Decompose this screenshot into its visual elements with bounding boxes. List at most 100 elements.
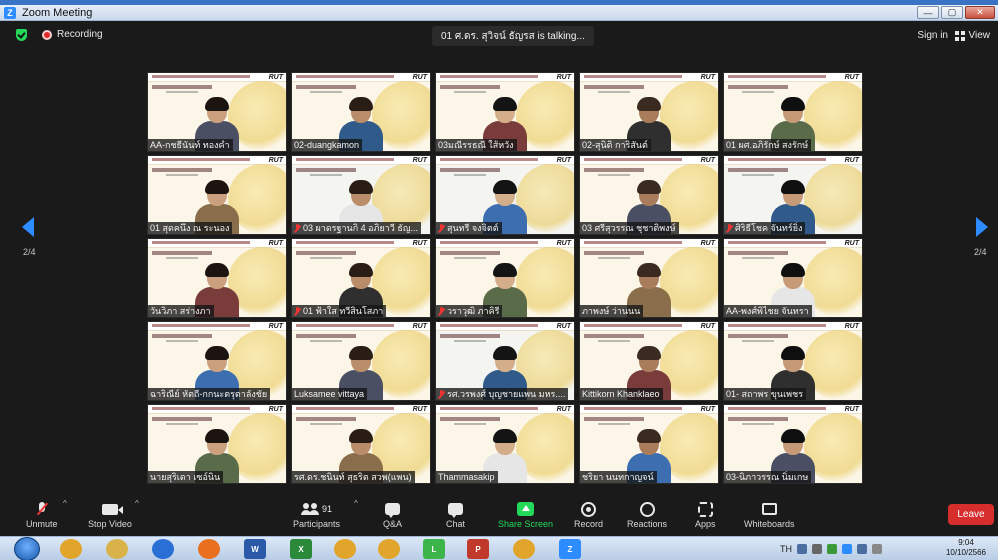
previous-page-arrow-icon[interactable] [22,217,34,237]
slide-caption-bar [310,174,342,176]
taskbar-app-icon[interactable]: P [467,539,489,559]
taskbar-app-icon[interactable]: Z [559,539,581,559]
taskbar-app-icon[interactable]: X [290,539,312,559]
participant-name: Kittikorn Khanklaeo [582,389,660,399]
taskbar-app-icon[interactable] [513,539,535,559]
participant-name: 01 สุดคนึง ณ ระนอง [150,223,230,233]
participant-tile[interactable]: RUT Thammasakip [435,404,575,484]
participant-tile[interactable]: RUT 01 สุดคนึง ณ ระนอง [147,155,287,235]
slide-caption-bar [454,340,486,342]
share-screen-button[interactable]: Share Screen [498,499,553,533]
chat-button[interactable]: Chat [446,499,465,533]
meeting-top-bar: Recording 01 ศ.ดร. สุวิจน์ ธัญรส is talk… [0,21,998,49]
slide-caption-bar [598,174,630,176]
view-button[interactable]: View [954,30,990,41]
rut-logo: RUT [700,406,715,413]
system-tray: TH [780,539,882,559]
participant-tile[interactable]: RUT 02-duangkamon [291,72,431,152]
taskbar-app-icon[interactable] [378,539,400,559]
participant-tile[interactable]: RUT 03มณีรรธณี ใส้หวัง [435,72,575,152]
taskbar-app-icon[interactable] [198,539,220,559]
participant-name-label: Kittikorn Khanklaeo [580,388,663,400]
taskbar-clock[interactable]: 9:04 10/10/2566 [940,538,992,558]
tray-app-icon[interactable] [797,544,807,554]
slide-title-bar [440,158,538,161]
participant-name: ภาพงษ์ ว่านนน [582,306,641,316]
participant-tile[interactable]: RUT วันวิภา สร่างภา [147,238,287,318]
participant-name: 01 ผศ.อภิรักษ์ สงรักษ์ [726,140,809,150]
participants-options-caret[interactable]: ^ [354,499,358,508]
participants-icon [301,503,319,515]
participant-name-label: 01 สุดคนึง ณ ระนอง [148,222,233,234]
participant-tile[interactable]: RUT 01 ฟ้าใส ทวีสินโสภา [291,238,431,318]
participant-tile[interactable]: RUT 01- สถาพร ขุนเพชร [723,321,863,401]
stop-video-label: Stop Video [88,519,132,529]
video-options-caret[interactable]: ^ [135,499,139,508]
participant-tile[interactable]: RUT AA-พงศ์พิไชย จันทรา [723,238,863,318]
audio-options-caret[interactable]: ^ [63,499,67,508]
whiteboards-button[interactable]: Whiteboards [744,499,795,533]
participant-tile[interactable]: RUT ชริยา นนทกาญจน์ [579,404,719,484]
reactions-button[interactable]: Reactions [627,499,667,533]
close-button[interactable]: ✕ [965,6,995,19]
apps-button[interactable]: Apps [695,499,716,533]
participant-tile[interactable]: RUT สุนทรี จงจิตต์ [435,155,575,235]
participant-tile[interactable]: RUT 01 ผศ.อภิรักษ์ สงรักษ์ [723,72,863,152]
recording-label[interactable]: Recording [57,29,103,40]
taskbar-app-icon[interactable]: W [244,539,266,559]
participant-name: วราวุฒิ ภาคิรี [447,306,500,316]
participant-name: 02-สุนิติ การิสันต์ [582,140,648,150]
start-orb-icon[interactable] [14,537,40,560]
taskbar-app-icon[interactable] [60,539,82,559]
slide-caption-bar [598,91,630,93]
network-icon[interactable] [857,544,867,554]
line-tray-icon[interactable] [827,544,837,554]
next-page-arrow-icon[interactable] [976,217,988,237]
slide-title-bar [728,241,826,244]
taskbar-app-icon[interactable] [334,539,356,559]
window-titlebar: Z Zoom Meeting — ▢ ✕ [0,5,998,21]
taskbar-app-icon[interactable] [106,539,128,559]
participant-tile[interactable]: RUT Luksamee vittaya [291,321,431,401]
maximize-button[interactable]: ▢ [941,6,963,19]
apps-label: Apps [695,519,716,529]
volume-icon[interactable] [812,544,822,554]
security-shield-icon[interactable] [16,29,27,41]
participant-tile[interactable]: RUT ภาพงษ์ ว่านนน [579,238,719,318]
participant-name: 02-duangkamon [294,140,360,150]
stop-video-button[interactable]: Stop Video [88,499,132,533]
slide-subtitle-bar [584,334,644,338]
participant-tile[interactable]: RUT 02-สุนิติ การิสันต์ [579,72,719,152]
record-button[interactable]: Record [574,499,603,533]
participant-tile[interactable]: RUT วราวุฒิ ภาคิรี [435,238,575,318]
participant-name-label: 03-นิภาวรรณ นิ่มเกษ [724,471,812,483]
participant-name-label: 03 ศรีสุวรรณ ชุชาติพงษ์ [580,222,679,234]
sign-in-link[interactable]: Sign in [917,30,948,41]
participant-tile[interactable]: RUT 03 ผาดรฐานกิ 4 อภิยาวี ธัญ... [291,155,431,235]
zoom-tray-icon[interactable] [842,544,852,554]
participant-tile[interactable]: RUT ศิริธีโชค จันทร์ยิ่ง [723,155,863,235]
participant-name: ศิริธีโชค จันทร์ยิ่ง [735,223,803,233]
participant-name: 01 ฟ้าใส ทวีสินโสภา [303,306,384,316]
participant-tile[interactable]: RUT ฉาริณีย์ หัตถี-กกนะตรุตาลังชัย [147,321,287,401]
slide-caption-bar [742,257,774,259]
rut-logo: RUT [844,240,859,247]
participants-button[interactable]: 91 Participants [293,499,340,533]
participant-tile[interactable]: RUT 03 ศรีสุวรรณ ชุชาติพงษ์ [579,155,719,235]
unmute-button[interactable]: Unmute [26,499,58,533]
participant-tile[interactable]: RUT รศ.วรพงศ์ บุญชายแพน มหร.... [435,321,575,401]
participant-tile[interactable]: RUT AA-กชธีนันท์ ทองคำ [147,72,287,152]
participant-tile[interactable]: RUT นายสุริเดา เซอ์นิน [147,404,287,484]
participant-tile[interactable]: RUT 03-นิภาวรรณ นิ่มเกษ [723,404,863,484]
qa-button[interactable]: Q&A [383,499,402,533]
participant-tile[interactable]: RUT รศ.ดร.ชนินท์ สุธริต สวพ(แพน) [291,404,431,484]
slide-caption-bar [742,423,774,425]
participant-tile[interactable]: RUT Kittikorn Khanklaeo [579,321,719,401]
power-icon[interactable] [872,544,882,554]
leave-button[interactable]: Leave [948,504,994,525]
rut-logo: RUT [700,323,715,330]
minimize-button[interactable]: — [917,6,939,19]
taskbar-app-icon[interactable]: L [423,539,445,559]
language-indicator[interactable]: TH [780,544,792,554]
taskbar-app-icon[interactable] [152,539,174,559]
